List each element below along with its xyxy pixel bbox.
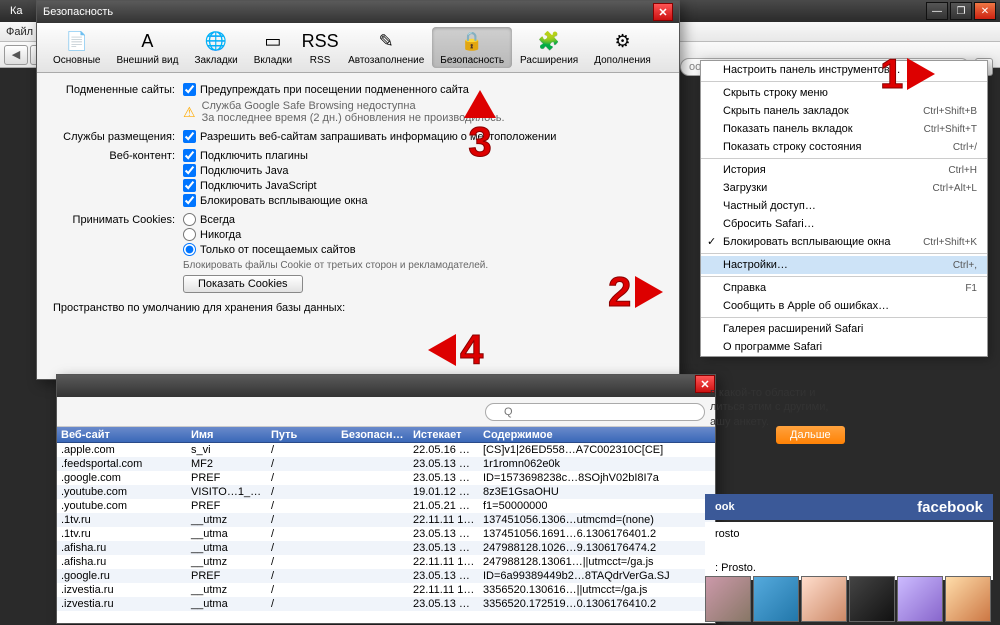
close-button[interactable]: ✕ [974, 2, 996, 20]
facebook-bar: ookfacebook [705, 494, 993, 520]
menu-item[interactable]: СправкаF1 [701, 279, 987, 297]
prefs-tab-6[interactable]: 🔒Безопасность [432, 27, 512, 68]
prefs-title: Безопасность [43, 6, 653, 18]
hosting-label: Службы размещения: [53, 130, 183, 143]
maximize-button[interactable]: ❐ [950, 2, 972, 20]
menu-item[interactable]: Показать панель вкладокCtrl+Shift+T [701, 120, 987, 138]
cookies-dialog: ✕ Веб-сайтИмяПутьБезопасностьИстекаетСод… [56, 374, 716, 624]
menu-item[interactable]: О программе Safari [701, 338, 987, 356]
cookies-never-radio[interactable] [183, 228, 196, 241]
table-row[interactable]: .izvestia.ru__utmz/22.11.11 13:463356520… [57, 583, 715, 597]
tab-icon: 🧩 [537, 29, 561, 53]
settings-menu: Настроить панель инструментов… Скрыть стр… [700, 60, 988, 357]
table-row[interactable]: .google.comPREF/23.05.13 2:46ID=15736982… [57, 471, 715, 485]
storage-label: Пространство по умолчанию для хранения б… [53, 301, 353, 314]
column-header[interactable]: Безопасность [337, 429, 409, 441]
tab-icon: 📄 [65, 29, 89, 53]
prefs-tab-3[interactable]: ▭Вкладки [246, 27, 300, 68]
cookies-table-header: Веб-сайтИмяПутьБезопасностьИстекаетСодер… [57, 427, 715, 443]
js-checkbox[interactable] [183, 179, 196, 192]
menu-item[interactable]: Сообщить в Apple об ошибках… [701, 297, 987, 315]
avatar[interactable] [945, 576, 991, 622]
spoofed-label: Подмененные сайты: [53, 83, 183, 96]
avatar-row [705, 576, 991, 622]
avatar[interactable] [705, 576, 751, 622]
preferences-dialog: Безопасность ✕ 📄ОсновныеAВнешний вид🌐Зак… [36, 0, 680, 380]
menu-item[interactable]: Галерея расширений Safari [701, 320, 987, 338]
menu-item[interactable]: Скрыть панель закладокCtrl+Shift+B [701, 102, 987, 120]
spoofed-checkbox[interactable] [183, 83, 196, 96]
cookies-label: Принимать Cookies: [53, 213, 183, 226]
table-row[interactable]: .feedsportal.comMF2/23.05.13 2:461r1romn… [57, 457, 715, 471]
prefs-titlebar: Безопасность ✕ [37, 1, 679, 23]
tab-icon: 🔒 [460, 29, 484, 53]
check-icon: ✓ [707, 235, 716, 248]
popup-checkbox[interactable] [183, 194, 196, 207]
column-header[interactable]: Путь [267, 429, 337, 441]
tab-icon: RSS [308, 29, 332, 53]
menu-item[interactable]: ЗагрузкиCtrl+Alt+L [701, 179, 987, 197]
menu-item[interactable]: Настроить панель инструментов… [701, 61, 987, 79]
minimize-button[interactable]: — [926, 2, 948, 20]
plugins-checkbox[interactable] [183, 149, 196, 162]
avatar[interactable] [753, 576, 799, 622]
cookies-visited-radio[interactable] [183, 243, 196, 256]
tab-icon: ⚙ [611, 29, 635, 53]
prefs-tab-1[interactable]: AВнешний вид [108, 27, 186, 68]
facebook-info: rosto : Prosto. [705, 522, 993, 580]
prefs-tab-8[interactable]: ⚙Дополнения [586, 27, 659, 68]
table-row[interactable]: .1tv.ru__utma/23.05.13 2:46137451056.169… [57, 527, 715, 541]
tab-icon: ▭ [261, 29, 285, 53]
java-checkbox[interactable] [183, 164, 196, 177]
column-header[interactable]: Имя [187, 429, 267, 441]
table-row[interactable]: .izvestia.ru__utma/23.05.13 2:463356520.… [57, 597, 715, 611]
table-row[interactable]: .youtube.comVISITO…1_LIVE/19.01.12 1:448… [57, 485, 715, 499]
menu-item[interactable]: Настройки…Ctrl+, [701, 256, 987, 274]
cookies-always-radio[interactable] [183, 213, 196, 226]
show-cookies-button[interactable]: Показать Cookies [183, 275, 303, 293]
prefs-tab-4[interactable]: RSSRSS [300, 27, 340, 68]
cookies-search-input[interactable] [485, 403, 705, 421]
menu-item[interactable]: ИсторияCtrl+H [701, 161, 987, 179]
avatar[interactable] [897, 576, 943, 622]
promo-text: в какой-то области илиться этим с другим… [710, 386, 980, 429]
menu-item[interactable]: ✓Блокировать всплывающие окнаCtrl+Shift+… [701, 233, 987, 251]
prefs-toolbar: 📄ОсновныеAВнешний вид🌐Закладки▭ВкладкиRS… [37, 23, 679, 73]
column-header[interactable]: Веб-сайт [57, 429, 187, 441]
table-row[interactable]: .youtube.comPREF/21.05.21 2:44f1=5000000… [57, 499, 715, 513]
prefs-tab-5[interactable]: ✎Автозаполнение [340, 27, 432, 68]
tab-icon: ✎ [374, 29, 398, 53]
menu-item[interactable]: Скрыть строку меню [701, 84, 987, 102]
avatar[interactable] [801, 576, 847, 622]
prefs-tab-2[interactable]: 🌐Закладки [186, 27, 245, 68]
table-row[interactable]: .apple.coms_vi/22.05.16 2:44[CS]v1|26ED5… [57, 443, 715, 457]
webcontent-label: Веб-контент: [53, 149, 183, 162]
column-header[interactable]: Содержимое [479, 429, 715, 441]
tab-icon: 🌐 [204, 29, 228, 53]
table-row[interactable]: .afisha.ru__utmz/22.11.11 13:47247988128… [57, 555, 715, 569]
table-row[interactable]: .google.ruPREF/23.05.13 2:44ID=6a9938944… [57, 569, 715, 583]
menu-file[interactable]: Файл [6, 26, 33, 38]
prefs-tab-7[interactable]: 🧩Расширения [512, 27, 586, 68]
warning-icon: ⚠ [183, 104, 196, 121]
prefs-tab-0[interactable]: 📄Основные [45, 27, 108, 68]
prefs-form: Подмененные сайты: Предупреждать при пос… [37, 73, 679, 328]
table-row[interactable]: .1tv.ru__utmz/22.11.11 13:45137451056.13… [57, 513, 715, 527]
cookies-hint: Блокировать файлы Cookie от третьих стор… [183, 260, 663, 271]
back-button[interactable]: ◀ [4, 45, 28, 65]
hosting-checkbox[interactable] [183, 130, 196, 143]
prefs-close-button[interactable]: ✕ [653, 3, 673, 21]
cookies-table-body[interactable]: .apple.coms_vi/22.05.16 2:44[CS]v1|26ED5… [57, 443, 715, 623]
column-header[interactable]: Истекает [409, 429, 479, 441]
menu-item[interactable]: Частный доступ… [701, 197, 987, 215]
tab-icon: A [135, 29, 159, 53]
table-row[interactable]: .afisha.ru__utma/23.05.13 2:47247988128.… [57, 541, 715, 555]
next-button[interactable]: Дальше [776, 426, 845, 444]
menu-item[interactable]: Показать строку состоянияCtrl+/ [701, 138, 987, 156]
menu-item[interactable]: Сбросить Safari… [701, 215, 987, 233]
avatar[interactable] [849, 576, 895, 622]
